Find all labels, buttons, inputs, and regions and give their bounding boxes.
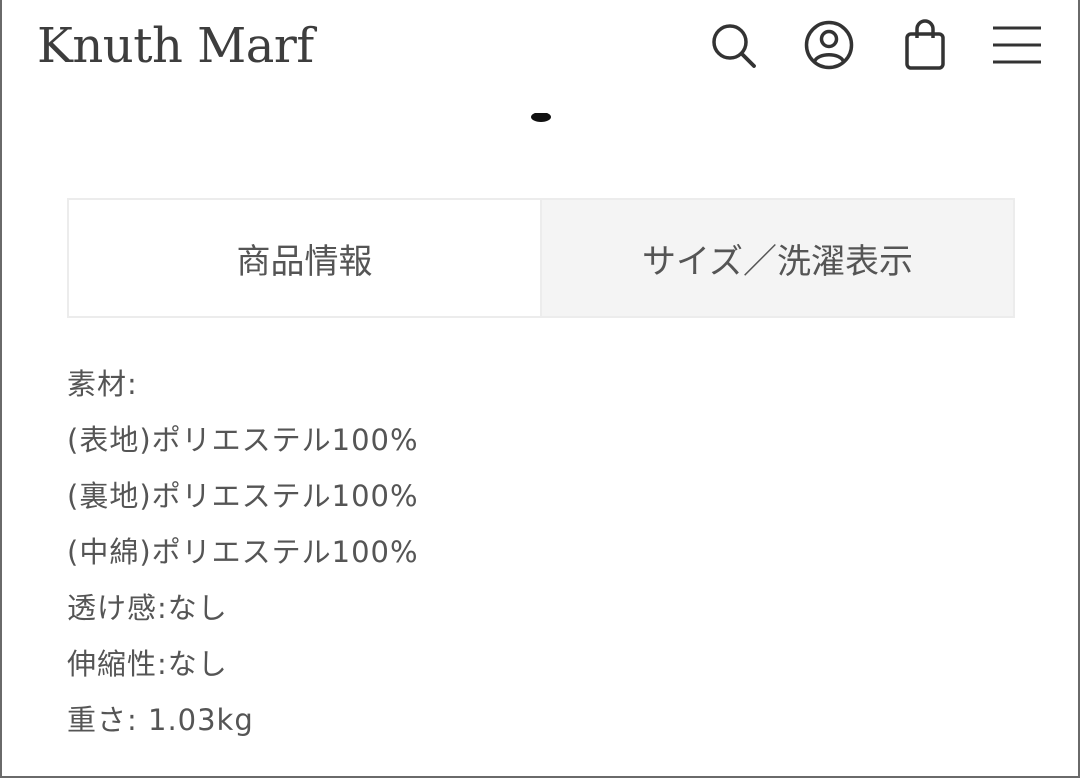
- menu-icon: [993, 26, 1041, 64]
- carousel-indicator: [531, 108, 551, 122]
- search-icon: [712, 24, 756, 68]
- account-icon: [804, 20, 854, 70]
- weight: 重さ: 1.03kg: [67, 703, 254, 737]
- cart-button[interactable]: [898, 18, 952, 72]
- sheerness: 透け感:なし: [67, 591, 228, 625]
- menu-button[interactable]: [990, 18, 1044, 72]
- material-padding: (中綿)ポリエステル100%: [67, 535, 419, 569]
- product-details: 素材: (表地)ポリエステル100% (裏地)ポリエステル100% (中綿)ポリ…: [67, 356, 967, 748]
- account-button[interactable]: [802, 18, 856, 72]
- material-heading: 素材:: [67, 367, 138, 401]
- product-tabs: 商品情報 サイズ／洗濯表示: [67, 198, 1015, 318]
- shopping-bag-icon: [905, 19, 945, 70]
- brand-logo[interactable]: Knuth Marf: [37, 18, 314, 74]
- site-header: Knuth Marf: [0, 0, 1080, 95]
- material-outer: (表地)ポリエステル100%: [67, 423, 419, 457]
- tab-size-care[interactable]: サイズ／洗濯表示: [540, 200, 1013, 316]
- material-lining: (裏地)ポリエステル100%: [67, 479, 419, 513]
- search-button[interactable]: [706, 18, 760, 72]
- stretch: 伸縮性:なし: [67, 647, 228, 681]
- tab-product-info[interactable]: 商品情報: [69, 200, 540, 316]
